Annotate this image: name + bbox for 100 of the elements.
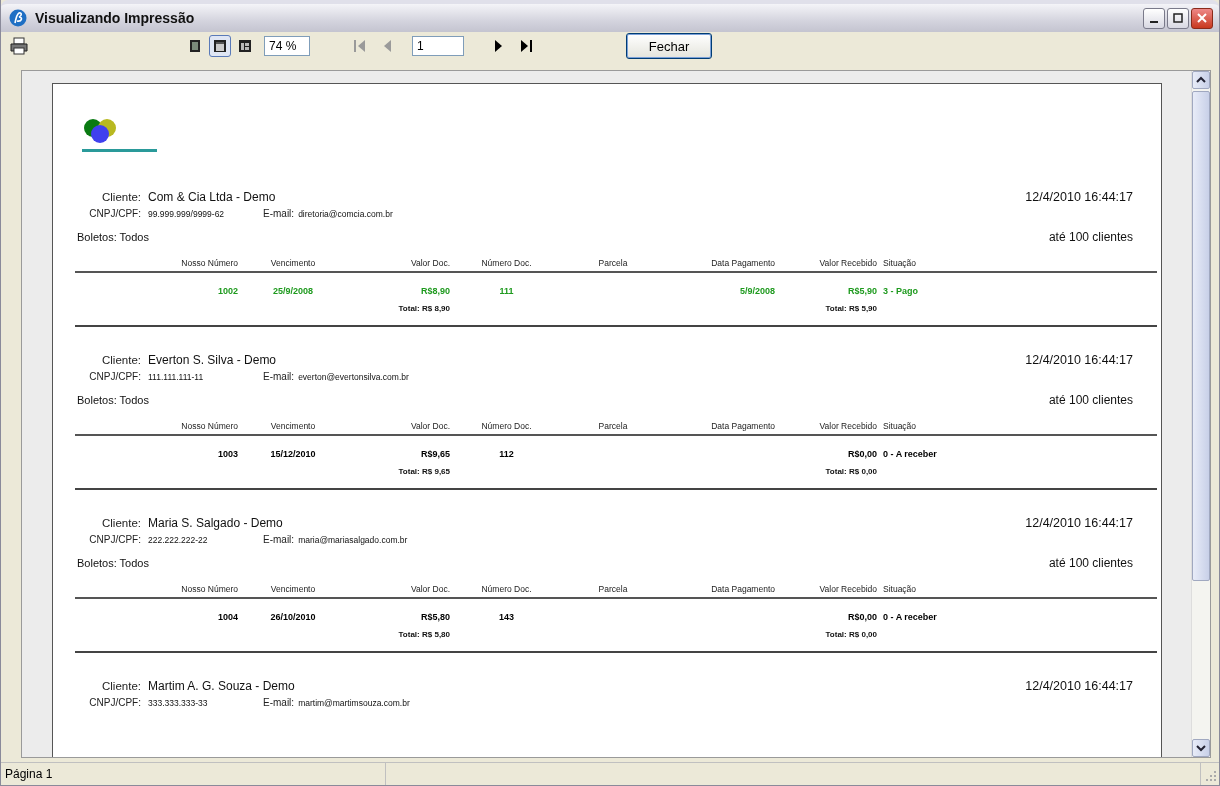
skip-left-icon (352, 38, 368, 54)
table-cell-text: 112 (498, 449, 515, 459)
column-header: Parcela (597, 584, 629, 594)
cnpj-value: 222.222.222-22 (148, 535, 209, 545)
table-cell-text: 0 - A receber (882, 449, 938, 459)
report-date: 12/4/2010 16:44:17 (1025, 353, 1133, 367)
cnpj-label: CNPJ/CPF: (88, 371, 141, 382)
view-mode-button[interactable] (209, 35, 231, 57)
skip-right-icon (518, 38, 534, 54)
client-name: Com & Cia Ltda - Demo (148, 190, 277, 204)
cnpj-label: CNPJ/CPF: (88, 697, 141, 708)
minimize-button[interactable] (1143, 7, 1165, 29)
table-cell-text: 15/12/2010 (269, 449, 317, 459)
filter-text: Boletos: Todos (77, 557, 150, 569)
table-cell-text: 111 (498, 286, 515, 296)
chevron-up-icon (1196, 76, 1206, 84)
report-date: 12/4/2010 16:44:17 (1025, 190, 1133, 204)
chevron-down-icon (1196, 744, 1206, 752)
table-cell-text: 1003 (216, 449, 238, 459)
column-header: Valor Doc. (409, 258, 450, 268)
column-header: Valor Doc. (409, 421, 450, 431)
email-value: maria@mariasalgado.com.br (298, 535, 408, 545)
page-view-icon (212, 38, 228, 54)
email-label: E-mail: (263, 697, 295, 708)
column-header: Parcela (597, 258, 629, 268)
maximize-icon (1173, 13, 1183, 23)
column-header: Número Doc. (480, 421, 533, 431)
range-text: até 100 clientes (1048, 393, 1133, 407)
column-header: Vencimento (269, 421, 317, 431)
total-text: Total: R$ 5,80 (397, 630, 450, 639)
total-text: Total: R$ 8,90 (397, 304, 450, 313)
total-text: Total: R$ 0,00 (824, 467, 877, 476)
close-button[interactable] (1191, 7, 1213, 29)
page-number-field[interactable]: 1 (412, 36, 464, 56)
page-view-icon (187, 38, 203, 54)
client-label: Cliente: (101, 354, 141, 366)
filter-text: Boletos: Todos (77, 394, 150, 406)
table-cell-text: 25/9/2008 (271, 286, 314, 296)
column-header: Data Pagamento (710, 258, 775, 268)
column-header: Data Pagamento (710, 584, 775, 594)
client-label: Cliente: (101, 191, 141, 203)
minimize-icon (1150, 21, 1158, 23)
column-header: Nosso Número (180, 584, 238, 594)
client-label: Cliente: (101, 517, 141, 529)
column-header: Data Pagamento (710, 421, 775, 431)
zoom-field[interactable]: 74 % (264, 36, 310, 56)
last-page-button[interactable] (518, 38, 534, 54)
table-cell-text: R$5,80 (419, 612, 450, 622)
table-cell-text: R$9,65 (419, 449, 450, 459)
close-preview-button[interactable]: Fechar (626, 33, 712, 59)
total-text: Total: R$ 0,00 (824, 630, 877, 639)
total-text: Total: R$ 5,90 (824, 304, 877, 313)
column-header: Situação (882, 258, 918, 268)
report-date: 12/4/2010 16:44:17 (1025, 516, 1133, 530)
column-header: Valor Recebido (818, 258, 877, 268)
email-value: martim@martimsouza.com.br (298, 698, 410, 708)
table-cell-text: 1004 (216, 612, 238, 622)
column-header: Valor Doc. (409, 584, 450, 594)
column-header: Vencimento (269, 258, 317, 268)
client-name: Maria S. Salgado - Demo (148, 516, 284, 530)
column-header: Situação (882, 584, 918, 594)
status-page-text: Página 1 (1, 763, 386, 785)
client-name: Martim A. G. Souza - Demo (148, 679, 296, 693)
table-cell-text: R$0,00 (846, 449, 877, 459)
column-header: Vencimento (269, 584, 317, 594)
client-label: Cliente: (101, 680, 141, 692)
cnpj-value: 333.333.333-33 (148, 698, 209, 708)
cnpj-value: 111.111.111-11 (148, 372, 205, 382)
email-label: E-mail: (263, 208, 295, 219)
column-header: Número Doc. (480, 258, 533, 268)
close-icon (1197, 13, 1207, 23)
column-header: Número Doc. (480, 584, 533, 594)
table-cell-text: 1002 (216, 286, 238, 296)
maximize-button[interactable] (1167, 7, 1189, 29)
range-text: até 100 clientes (1048, 556, 1133, 570)
report-date: 12/4/2010 16:44:17 (1025, 679, 1133, 693)
table-cell-text: 5/9/2008 (738, 286, 775, 296)
printer-icon[interactable] (9, 37, 29, 55)
range-text: até 100 clientes (1048, 230, 1133, 244)
window-title: Visualizando Impressão (35, 10, 196, 26)
table-cell-text: R$0,00 (846, 612, 877, 622)
app-icon (9, 9, 27, 27)
table-cell-text: 143 (498, 612, 515, 622)
column-header: Parcela (597, 421, 629, 431)
table-cell-text: R$8,90 (419, 286, 450, 296)
page-view-icon (237, 38, 253, 54)
column-header: Nosso Número (180, 258, 238, 268)
table-cell-text: R$5,90 (846, 286, 877, 296)
scroll-up-button[interactable] (1192, 71, 1210, 89)
column-header: Valor Recebido (818, 421, 877, 431)
table-cell-text: 0 - A receber (882, 612, 938, 622)
column-header: Nosso Número (180, 421, 238, 431)
email-value: everton@evertonsilva.com.br (298, 372, 409, 382)
total-text: Total: R$ 9,65 (397, 467, 450, 476)
email-label: E-mail: (263, 371, 295, 382)
cnpj-label: CNPJ/CPF: (88, 208, 141, 219)
table-cell-text: 3 - Pago (882, 286, 919, 296)
cnpj-label: CNPJ/CPF: (88, 534, 141, 545)
scroll-thumb[interactable] (1192, 91, 1210, 581)
scroll-down-button[interactable] (1192, 739, 1210, 757)
